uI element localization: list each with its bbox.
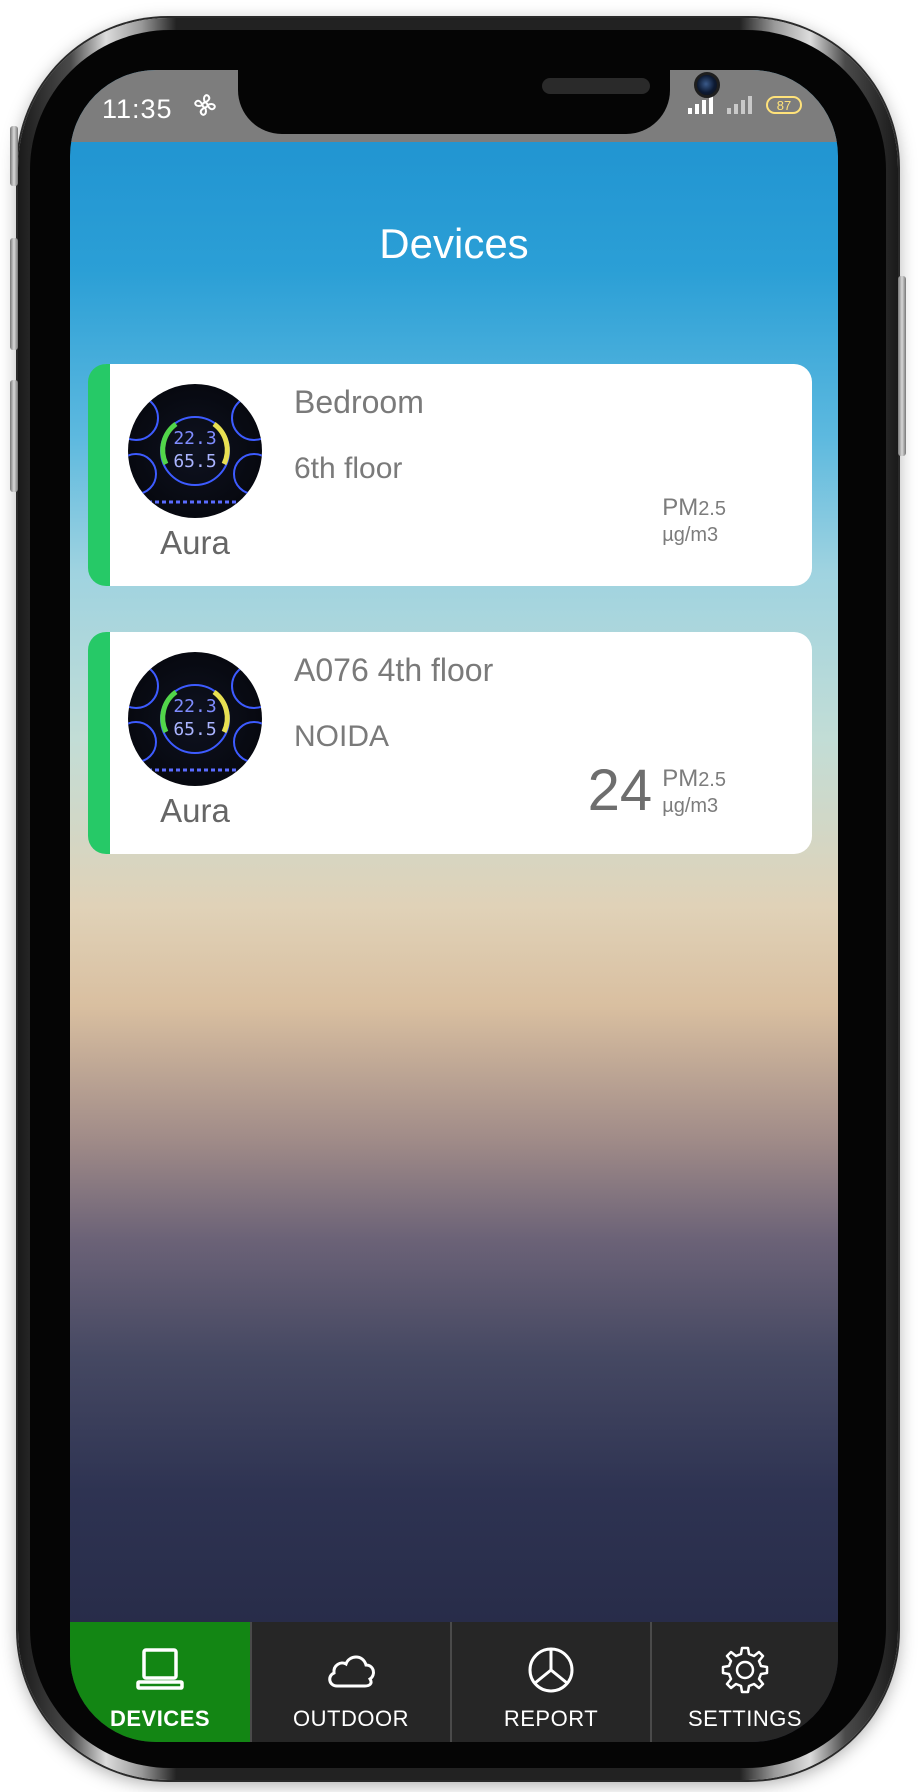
battery-icon: 87 [766,96,802,114]
status-time: 11:35 [102,94,173,124]
laptop-icon [136,1648,184,1690]
app-screen: 11:35 87 Devices 22.3 65.5 Aura Bedroom … [70,70,838,1742]
pie-chart-icon [528,1647,574,1693]
tab-label: SETTINGS [687,1706,802,1731]
display-temperature: 22.3 [173,428,216,449]
display-humidity: 65.5 [173,719,216,740]
pm-label: PM2.5 [662,765,726,792]
pm-reading: 24 PM2.5 µg/m3 [588,762,726,820]
front-camera [694,72,720,98]
tab-label: DEVICES [109,1706,211,1731]
cloud-icon [328,1655,375,1688]
device-name: A076 4th floor [294,652,494,688]
pm-unit-block: PM2.5 µg/m3 [662,765,726,818]
status-indicators: 87 [688,96,802,114]
tab-label: REPORT [503,1706,599,1731]
signal-secondary-icon [727,96,752,114]
volume-up-button [10,238,18,350]
pm-value: 24 [587,758,653,823]
display-temperature: 22.3 [173,696,216,717]
device-location: NOIDA [294,720,390,753]
tab-report[interactable]: REPORT [450,1622,650,1742]
pm-unit-block: PM2.5 µg/m3 [662,494,726,547]
bottom-tab-bar: DEVICES OUTDOOR REPORT SETTINGS [70,1622,838,1742]
volume-down-button [10,380,18,492]
pm-label: PM2.5 [662,494,726,521]
battery-level: 87 [776,97,792,113]
speaker-grille [542,78,650,94]
device-image: 22.3 65.5 [128,384,262,518]
camera-notch [238,70,720,134]
device-card[interactable]: 22.3 65.5 Aura A076 4th floor NOIDA 24 P… [88,632,812,854]
device-card[interactable]: 22.3 65.5 Aura Bedroom 6th floor PM2.5 µ… [88,364,812,586]
fan-icon [194,94,216,116]
display-humidity: 65.5 [173,451,216,472]
page-title: Devices [379,220,529,267]
device-type: Aura [160,792,230,829]
gear-icon [721,1646,769,1694]
aura-display-icon: 22.3 65.5 [128,663,262,772]
device-name: Bedroom [294,384,424,420]
pm-unit: µg/m3 [662,524,719,546]
tab-outdoor[interactable]: OUTDOOR [250,1622,450,1742]
device-location: 6th floor [294,452,403,485]
device-image: 22.3 65.5 [128,652,262,786]
signal-icon [688,96,713,114]
tab-settings[interactable]: SETTINGS [650,1622,838,1742]
power-button [898,276,906,456]
aura-display-icon: 22.3 65.5 [128,395,262,504]
device-type: Aura [160,524,230,561]
tab-label: OUTDOOR [293,1706,409,1731]
mute-switch [10,126,18,186]
pm-reading: PM2.5 µg/m3 [652,494,726,549]
tab-devices[interactable]: DEVICES [70,1622,250,1742]
pm-unit: µg/m3 [662,795,719,817]
